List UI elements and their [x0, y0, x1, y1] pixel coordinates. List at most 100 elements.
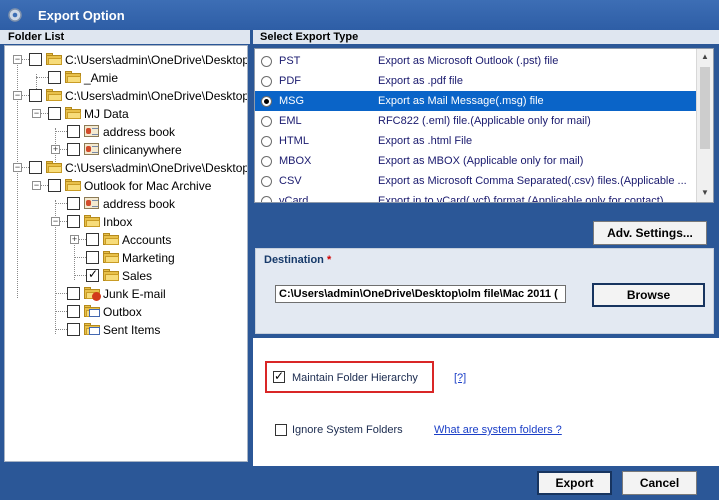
export-radio[interactable] [261, 176, 272, 187]
tree-branch-line [55, 293, 67, 294]
folder-checkbox[interactable] [67, 143, 80, 156]
export-radio[interactable] [261, 196, 272, 202]
folder-checkbox[interactable] [48, 107, 61, 120]
export-format-name: CSV [279, 175, 302, 187]
help-link[interactable]: [?] [454, 372, 466, 384]
ignore-system-folders-label[interactable]: Ignore System Folders [292, 424, 403, 436]
export-option-row[interactable]: PST Export as Microsoft Outlook (.pst) fi… [255, 51, 697, 71]
collapse-icon[interactable]: − [32, 181, 41, 190]
folder-tree-item[interactable]: − Outlook for Mac Archive [5, 177, 247, 195]
folder-label: _Amie [84, 71, 119, 85]
folder-tree-item[interactable]: + Accounts [5, 231, 247, 249]
folder-tree-item[interactable]: _Amie [5, 69, 247, 87]
export-list-scrollbar[interactable]: ▲ ▼ [696, 49, 713, 202]
cancel-button[interactable]: Cancel [622, 471, 697, 495]
folder-tree-item[interactable]: address book [5, 195, 247, 213]
folder-label: address book [103, 125, 176, 139]
folder-label: C:\Users\admin\OneDrive\Desktop [65, 53, 248, 67]
maintain-hierarchy-label[interactable]: Maintain Folder Hierarchy [292, 372, 418, 384]
export-option-row[interactable]: PDF Export as .pdf file [255, 71, 697, 91]
folder-tree-item[interactable]: Sales [5, 267, 247, 285]
scroll-down-icon[interactable]: ▼ [697, 185, 713, 201]
folder-icon [46, 53, 62, 65]
folder-checkbox[interactable] [67, 215, 80, 228]
folder-tree-item[interactable]: − C:\Users\admin\OneDrive\Desktop [5, 159, 248, 177]
folder-checkbox[interactable] [67, 287, 80, 300]
system-folders-link[interactable]: What are system folders ? [434, 424, 562, 436]
folder-label: Junk E-mail [103, 287, 166, 301]
export-format-description: Export as .pdf file [378, 75, 463, 87]
browse-button[interactable]: Browse [592, 283, 705, 307]
export-radio[interactable] [261, 156, 272, 167]
adv-settings-button[interactable]: Adv. Settings... [593, 221, 707, 245]
expand-icon[interactable]: + [51, 145, 60, 154]
export-format-name: MSG [279, 95, 305, 107]
options-area: Maintain Folder Hierarchy [?] Ignore Sys… [253, 338, 719, 466]
scroll-up-icon[interactable]: ▲ [697, 49, 713, 65]
export-option-row[interactable]: EML RFC822 (.eml) file.(Applicable only f… [255, 111, 697, 131]
folder-label: MJ Data [84, 107, 129, 121]
export-button[interactable]: Export [537, 471, 612, 495]
collapse-icon[interactable]: − [51, 217, 60, 226]
folder-tree-item[interactable]: Sent Items [5, 321, 247, 339]
folder-checkbox[interactable] [29, 89, 42, 102]
ignore-system-folders-checkbox[interactable] [275, 424, 287, 436]
export-format-name: EML [279, 115, 302, 127]
folder-tree-item[interactable]: − C:\Users\admin\OneDrive\Desktop [5, 51, 248, 69]
maintain-hierarchy-checkbox[interactable] [273, 369, 285, 383]
folder-tree-item[interactable]: − Inbox [5, 213, 247, 231]
contacts-icon [84, 197, 99, 209]
export-option-row[interactable]: MBOX Export as MBOX (Applicable only for … [255, 151, 697, 171]
export-format-description: Export as .html File [378, 135, 473, 147]
expand-icon[interactable]: + [70, 235, 79, 244]
export-radio[interactable] [261, 116, 272, 127]
destination-group: Destination * C:\Users\admin\OneDrive\De… [255, 248, 714, 334]
export-format-name: vCard [279, 195, 309, 203]
folder-label: clinicanywhere [103, 143, 182, 157]
folder-icon [84, 215, 100, 227]
export-option-row[interactable]: CSV Export as Microsoft Comma Separated(.… [255, 171, 697, 191]
export-option-row[interactable]: MSG Export as Mail Message(.msg) file [255, 91, 697, 111]
folder-checkbox[interactable] [67, 305, 80, 318]
export-option-row[interactable]: vCard Export in to vCard(.vcf) format.(Ap… [255, 191, 697, 203]
folder-tree: − C:\Users\admin\OneDrive\Desktop _Amie − C:… [5, 46, 247, 461]
folder-icon [103, 233, 119, 245]
folder-checkbox[interactable] [86, 267, 99, 282]
export-radio[interactable] [261, 136, 272, 147]
outbox-folder-icon [84, 305, 100, 317]
export-format-description: Export in to vCard(.vcf) format.(Applica… [378, 195, 664, 203]
export-type-list[interactable]: PST Export as Microsoft Outlook (.pst) fi… [254, 48, 714, 203]
folder-checkbox[interactable] [48, 71, 61, 84]
folder-tree-item[interactable]: + clinicanywhere [5, 141, 247, 159]
contacts-icon [84, 143, 99, 155]
contacts-icon [84, 125, 99, 137]
export-radio[interactable] [261, 56, 272, 67]
folder-label: C:\Users\admin\OneDrive\Desktop [65, 161, 248, 175]
folder-checkbox[interactable] [67, 125, 80, 138]
folder-checkbox[interactable] [67, 323, 80, 336]
folder-tree-item[interactable]: address book [5, 123, 247, 141]
export-radio[interactable] [261, 76, 272, 87]
folder-checkbox[interactable] [29, 161, 42, 174]
folder-tree-item[interactable]: − MJ Data [5, 105, 247, 123]
collapse-icon[interactable]: − [13, 55, 22, 64]
folder-checkbox[interactable] [48, 179, 61, 192]
collapse-icon[interactable]: − [32, 109, 41, 118]
folder-tree-item[interactable]: Marketing [5, 249, 247, 267]
folder-checkbox[interactable] [67, 197, 80, 210]
folder-tree-panel[interactable]: − C:\Users\admin\OneDrive\Desktop _Amie − C:… [4, 45, 248, 462]
folder-checkbox[interactable] [86, 233, 99, 246]
folder-tree-item[interactable]: Junk E-mail [5, 285, 247, 303]
collapse-icon[interactable]: − [13, 163, 22, 172]
folder-label: address book [103, 197, 176, 211]
folder-icon [103, 251, 119, 263]
export-radio[interactable] [261, 96, 272, 107]
collapse-icon[interactable]: − [13, 91, 22, 100]
folder-checkbox[interactable] [86, 251, 99, 264]
export-option-row[interactable]: HTML Export as .html File [255, 131, 697, 151]
folder-tree-item[interactable]: Outbox [5, 303, 247, 321]
scroll-thumb[interactable] [700, 67, 710, 149]
destination-path-input[interactable]: C:\Users\admin\OneDrive\Desktop\olm file… [275, 285, 566, 303]
folder-tree-item[interactable]: − C:\Users\admin\OneDrive\Desktop [5, 87, 247, 105]
folder-checkbox[interactable] [29, 53, 42, 66]
